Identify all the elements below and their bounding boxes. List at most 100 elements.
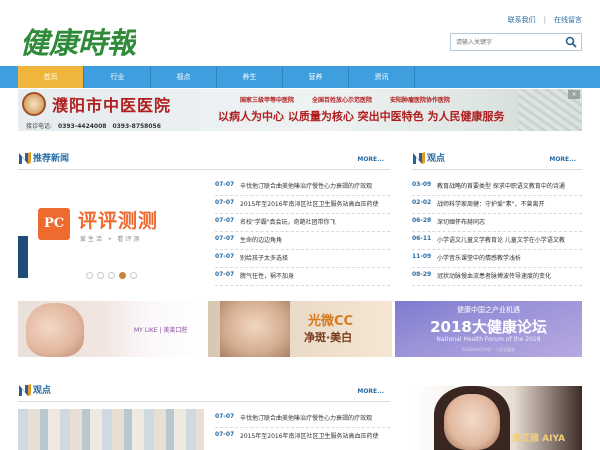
promo-banner-forum[interactable]: 健康中国之产业机遇 2018大健康论坛 National Health Foru… [395, 301, 582, 357]
contact-us-link[interactable]: 联系我们 [508, 15, 536, 25]
recommended-section-header: 推荐新闻 MORE... [18, 150, 390, 168]
section-divider [18, 169, 390, 170]
news-title[interactable]: 辛伐他汀联合曲美他嗪治疗慢性心力衰竭的疗效观 [240, 181, 390, 190]
news-title[interactable]: 脾气任性，祸不加身 [240, 271, 390, 280]
promo-subline: 净斑·美白 [304, 331, 353, 344]
news-title[interactable]: 辛伐他汀联合曲美他嗪治疗慢性心力衰竭的疗效观 [240, 413, 390, 422]
list-item[interactable]: 07-07 脾气任性，祸不加身 [215, 271, 390, 286]
list-item[interactable]: 06-11 小学语文儿童文学教育论 儿童文学在小学语文教 [412, 235, 582, 250]
news-title[interactable]: 生命的边边角角 [240, 235, 390, 244]
news-title[interactable]: 别给孩子太多选择 [240, 253, 390, 262]
promo-date: 2018年4月19日 · 人民日报社 [461, 347, 516, 352]
row-divider [412, 231, 582, 232]
promo-banner-dental[interactable]: MY LIKE | 美莱口腔 [18, 301, 204, 357]
more-link[interactable]: MORE... [549, 156, 576, 163]
promo-portrait-image [26, 303, 84, 357]
row-divider [412, 267, 582, 268]
search-icon[interactable] [565, 36, 577, 48]
more-link[interactable]: MORE... [357, 388, 384, 395]
phone-number-2: 0393-8758056 [112, 123, 161, 130]
nav-item-home[interactable]: 首页 [18, 66, 84, 88]
aiya-ad-banner[interactable]: 来艾雅 AIYA [412, 386, 582, 450]
search-input[interactable] [451, 34, 561, 50]
list-item[interactable]: 07-07 辛伐他汀联合曲美他嗪治疗慢性心力衰竭的疗效观 [215, 413, 390, 428]
top-links-divider: | [543, 16, 546, 24]
news-title[interactable]: 小学音乐课堂中的情感教学浅析 [437, 253, 582, 262]
list-item[interactable]: 06-28 深切缅怀布赫同志 [412, 217, 582, 232]
news-title[interactable]: 2015年至2016年南浔区社区卫生服务站高血压药使 [240, 431, 390, 440]
news-date: 07-07 [215, 235, 235, 242]
hospital-emblem-icon [22, 92, 46, 116]
nav-item-nutrition[interactable]: 营养 [283, 66, 349, 88]
list-item[interactable]: 07-07 2015年至2016年南浔区社区卫生服务站高血压药使 [215, 431, 390, 443]
news-date: 06-11 [412, 235, 432, 242]
slider-dot[interactable] [86, 272, 93, 279]
promo-headline: 光微CC [308, 314, 354, 329]
list-item[interactable]: 08-29 冠状动脉慢血流患者脉搏波传导速度的变化 [412, 271, 582, 286]
news-date: 08-29 [412, 271, 432, 278]
slider-dot[interactable] [108, 272, 115, 279]
promo-brand: MY LIKE | 美莱口腔 [134, 327, 188, 334]
section-n-icon [19, 152, 31, 164]
site-logo[interactable]: 健康時報 [18, 20, 136, 62]
section-title: 观点 [33, 386, 52, 396]
news-date: 11-09 [412, 253, 432, 260]
news-date: 07-07 [215, 271, 235, 278]
news-date: 07-07 [215, 413, 235, 420]
hospital-badge: 全国百姓放心示范医院 [312, 97, 373, 104]
recommended-news-list: 07-07 辛伐他汀联合曲美他嗪治疗慢性心力衰竭的疗效观 07-07 2015年至2… [215, 181, 390, 286]
slider-side-bar [18, 236, 28, 278]
news-date: 07-07 [215, 217, 235, 224]
section-n-icon [413, 152, 425, 164]
list-item[interactable]: 02-02 战师科学家周健：守护爱"素"，不曾离开 [412, 199, 582, 214]
news-date: 07-07 [215, 199, 235, 206]
hospital-banner[interactable]: 濮阳市中医医院 接诊电话: 0393-4424008 0393-8758056 国家… [18, 89, 582, 131]
clothing-image[interactable] [18, 409, 204, 450]
row-divider [215, 195, 390, 196]
phone-label: 接诊电话: [26, 123, 53, 130]
news-title[interactable]: 2015年至2016年南浔区社区卫生服务站高血压药使 [240, 199, 390, 208]
news-title[interactable]: 战师科学家周健：守护爱"素"，不曾离开 [437, 199, 582, 208]
news-date: 07-07 [215, 431, 235, 438]
list-item[interactable]: 07-07 生命的边边角角 [215, 235, 390, 250]
row-divider [215, 231, 390, 232]
row-divider [412, 285, 582, 286]
nav-item-health[interactable]: 养生 [217, 66, 283, 88]
news-title[interactable]: 教育战略的首要类型 探求中职语文教育中的诗通 [437, 181, 582, 190]
news-date: 03-09 [412, 181, 432, 188]
section-n-icon [19, 384, 31, 396]
list-item[interactable]: 11-09 小学音乐课堂中的情感教学浅析 [412, 253, 582, 268]
list-item[interactable]: 03-09 教育战略的首要类型 探求中职语文教育中的诗通 [412, 181, 582, 196]
row-divider [215, 427, 390, 428]
news-title[interactable]: 名校"学霸"真会玩，奇葩社团带你飞 [240, 217, 390, 226]
message-link[interactable]: 在线留言 [554, 15, 582, 25]
nav-item-industry[interactable]: 行业 [85, 66, 151, 88]
promo-headline: 2018大健康论坛 [430, 318, 547, 336]
promo-portrait-image [220, 301, 290, 357]
news-title[interactable]: 深切缅怀布赫同志 [437, 217, 582, 226]
list-item[interactable]: 07-07 2015年至2016年南浔区社区卫生服务站高血压药使 [215, 199, 390, 214]
news-title[interactable]: 小学语文儿童文学教育论 儿童文学在小学语文教 [437, 235, 582, 244]
pc-logo-icon: PC [38, 208, 70, 240]
top-links: 联系我们 | 在线留言 [508, 15, 582, 25]
close-icon[interactable]: × [568, 90, 580, 99]
main-nav: 首页 行业 视点 养生 营养 资讯 [0, 66, 600, 88]
slider-dot-active[interactable] [119, 272, 126, 279]
ad-portrait-image [444, 394, 500, 450]
section-divider [18, 401, 390, 402]
list-item[interactable]: 07-07 名校"学霸"真会玩，奇葩社团带你飞 [215, 217, 390, 232]
nav-item-news[interactable]: 资讯 [349, 66, 415, 88]
promo-banner-skincare[interactable]: 光微CC 净斑·美白 [208, 301, 392, 357]
slider-dot[interactable] [130, 272, 137, 279]
more-link[interactable]: MORE... [357, 156, 384, 163]
list-item[interactable]: 07-07 别给孩子太多选择 [215, 253, 390, 268]
row-divider [215, 267, 390, 268]
slider-dot[interactable] [97, 272, 104, 279]
news-date: 07-07 [215, 181, 235, 188]
section-title: 推荐新闻 [33, 154, 70, 164]
image-slider[interactable]: PC 评评测测 爱生活 • 看评测 [18, 176, 204, 284]
list-item[interactable]: 07-07 辛伐他汀联合曲美他嗪治疗慢性心力衰竭的疗效观 [215, 181, 390, 196]
nav-item-viewpoint[interactable]: 视点 [151, 66, 217, 88]
news-title[interactable]: 冠状动脉慢血流患者脉搏波传导速度的变化 [437, 271, 582, 280]
promo-subline: National Health Forum of the 2018 [436, 336, 541, 343]
